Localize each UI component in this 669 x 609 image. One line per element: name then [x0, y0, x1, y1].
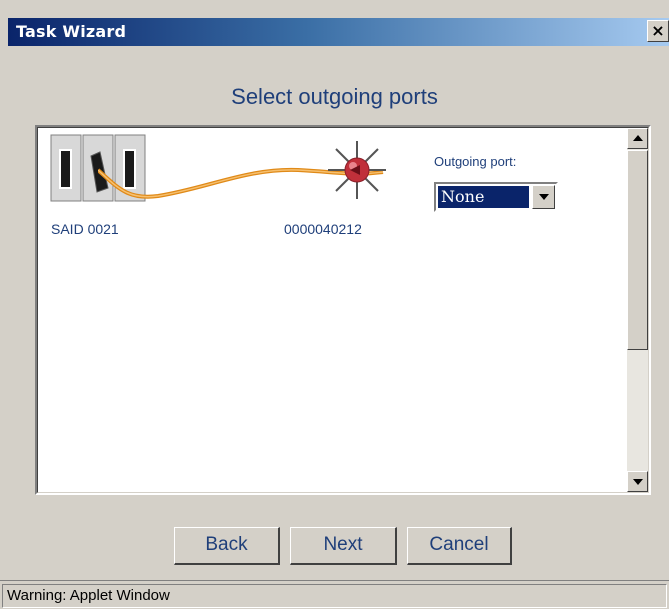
status-bar: Warning: Applet Window [0, 580, 669, 609]
title-bar: Task Wizard × [8, 18, 669, 46]
target-device-label: 0000040212 [284, 221, 362, 237]
task-wizard-window: Task Wizard × Select outgoing ports SAID… [0, 0, 669, 609]
vertical-scrollbar[interactable] [627, 128, 648, 492]
outgoing-port-label: Outgoing port: [434, 154, 517, 169]
dropdown-button[interactable] [532, 185, 555, 209]
window-title: Task Wizard [16, 22, 127, 41]
source-device-label: SAID 0021 [51, 221, 119, 237]
cancel-button[interactable]: Cancel [407, 527, 512, 565]
page-heading: Select outgoing ports [231, 84, 438, 109]
scroll-up-button[interactable] [627, 128, 648, 149]
status-text: Warning: Applet Window [2, 584, 667, 608]
diagram-area: SAID 0021 0000040212 Outgoing port: None [37, 127, 649, 493]
scrollbar-thumb[interactable] [627, 150, 648, 350]
outgoing-port-select[interactable]: None [434, 182, 558, 212]
port-star-icon[interactable] [326, 139, 388, 201]
diagram-panel: SAID 0021 0000040212 Outgoing port: None [35, 125, 651, 495]
outgoing-port-value: None [437, 185, 530, 209]
arrow-down-icon [632, 479, 643, 485]
back-button[interactable]: Back [174, 527, 280, 565]
next-button[interactable]: Next [290, 527, 397, 565]
chevron-down-icon [538, 194, 549, 200]
close-button[interactable]: × [647, 20, 669, 42]
scroll-down-button[interactable] [627, 471, 648, 492]
arrow-up-icon [632, 135, 643, 141]
